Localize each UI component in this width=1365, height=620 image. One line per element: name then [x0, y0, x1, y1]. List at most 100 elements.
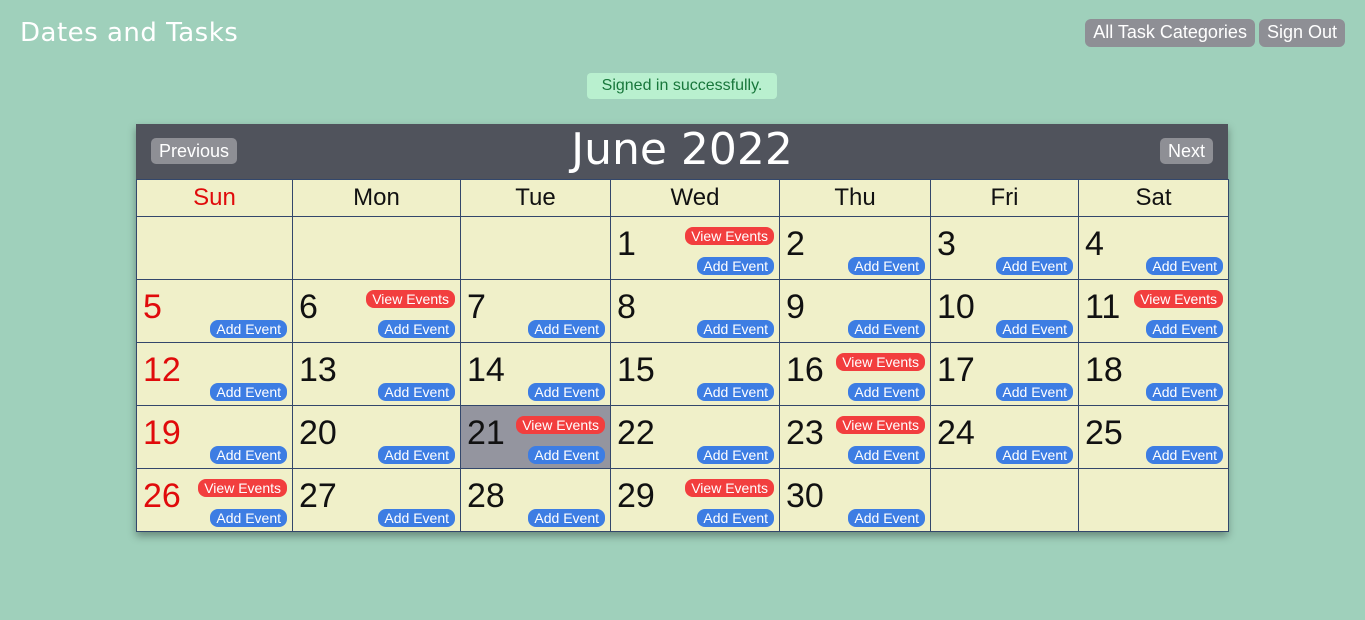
- add-event-button[interactable]: Add Event: [528, 320, 605, 338]
- app-title: Dates and Tasks: [20, 18, 239, 48]
- day-cell-24: 24 Add Event: [930, 405, 1079, 469]
- day-number: 4: [1085, 225, 1104, 263]
- add-event-button[interactable]: Add Event: [848, 446, 925, 464]
- day-number: 15: [617, 351, 655, 389]
- calendar-week-row: 5 Add Event 6 View Events Add Event 7 Add Even…: [136, 279, 1229, 343]
- add-event-button[interactable]: Add Event: [697, 320, 774, 338]
- day-number: 28: [467, 477, 505, 515]
- day-cell-23: 23 View Events Add Event: [779, 405, 931, 469]
- month-title: June 2022: [571, 124, 793, 175]
- add-event-button[interactable]: Add Event: [848, 383, 925, 401]
- day-cell-13: 13 Add Event: [292, 342, 461, 406]
- day-cell-3: 3 Add Event: [930, 216, 1079, 280]
- add-event-button[interactable]: Add Event: [1146, 446, 1223, 464]
- day-cell-28: 28 Add Event: [460, 468, 611, 532]
- day-number: 12: [143, 351, 181, 389]
- add-event-button[interactable]: Add Event: [1146, 320, 1223, 338]
- add-event-button[interactable]: Add Event: [697, 446, 774, 464]
- view-events-button[interactable]: View Events: [1134, 290, 1223, 308]
- day-number: 13: [299, 351, 337, 389]
- day-cell-26: 26 View Events Add Event: [136, 468, 293, 532]
- weekday-wed: Wed: [610, 179, 780, 217]
- day-number: 9: [786, 288, 805, 326]
- add-event-button[interactable]: Add Event: [528, 509, 605, 527]
- add-event-button[interactable]: Add Event: [697, 383, 774, 401]
- next-month-button[interactable]: Next: [1159, 138, 1213, 164]
- add-event-button[interactable]: Add Event: [996, 446, 1073, 464]
- view-events-button[interactable]: View Events: [685, 479, 774, 497]
- calendar-week-row: 12 Add Event 13 Add Event 14 Add Event 15 Add E…: [136, 342, 1229, 406]
- calendar-week-row: 1 View Events Add Event 2 Add Event 3 Add Even…: [136, 216, 1229, 280]
- day-number: 22: [617, 414, 655, 452]
- view-events-button[interactable]: View Events: [516, 416, 605, 434]
- day-cell-9: 9 Add Event: [779, 279, 931, 343]
- empty-day-cell: [930, 468, 1079, 532]
- empty-day-cell: [292, 216, 461, 280]
- day-number: 25: [1085, 414, 1123, 452]
- day-cell-15: 15 Add Event: [610, 342, 780, 406]
- add-event-button[interactable]: Add Event: [697, 509, 774, 527]
- view-events-button[interactable]: View Events: [836, 353, 925, 371]
- day-cell-10: 10 Add Event: [930, 279, 1079, 343]
- view-events-button[interactable]: View Events: [198, 479, 287, 497]
- add-event-button[interactable]: Add Event: [1146, 383, 1223, 401]
- day-number: 30: [786, 477, 824, 515]
- day-number: 7: [467, 288, 486, 326]
- day-number: 24: [937, 414, 975, 452]
- weekday-thu: Thu: [779, 179, 931, 217]
- add-event-button[interactable]: Add Event: [210, 320, 287, 338]
- add-event-button[interactable]: Add Event: [996, 320, 1073, 338]
- add-event-button[interactable]: Add Event: [378, 383, 455, 401]
- calendar-header: Previous June 2022 Next: [136, 124, 1228, 179]
- weekday-sun: Sun: [136, 179, 293, 217]
- add-event-button[interactable]: Add Event: [210, 509, 287, 527]
- weekday-tue: Tue: [460, 179, 611, 217]
- add-event-button[interactable]: Add Event: [210, 383, 287, 401]
- day-number: 19: [143, 414, 181, 452]
- add-event-button[interactable]: Add Event: [528, 446, 605, 464]
- sign-out-button[interactable]: Sign Out: [1258, 19, 1345, 47]
- day-number: 10: [937, 288, 975, 326]
- top-nav: All Task Categories Sign Out: [1085, 19, 1345, 47]
- view-events-button[interactable]: View Events: [366, 290, 455, 308]
- day-cell-30: 30 Add Event: [779, 468, 931, 532]
- day-cell-20: 20 Add Event: [292, 405, 461, 469]
- calendar: Previous June 2022 Next Sun Mon Tue Wed …: [136, 124, 1229, 532]
- all-task-categories-button[interactable]: All Task Categories: [1085, 19, 1255, 47]
- day-cell-21: 21 View Events Add Event: [460, 405, 611, 469]
- weekday-sat: Sat: [1078, 179, 1229, 217]
- add-event-button[interactable]: Add Event: [996, 383, 1073, 401]
- add-event-button[interactable]: Add Event: [528, 383, 605, 401]
- day-cell-29: 29 View Events Add Event: [610, 468, 780, 532]
- view-events-button[interactable]: View Events: [836, 416, 925, 434]
- view-events-button[interactable]: View Events: [685, 227, 774, 245]
- calendar-body: 1 View Events Add Event 2 Add Event 3 Add Even…: [136, 216, 1229, 532]
- add-event-button[interactable]: Add Event: [848, 509, 925, 527]
- day-number: 27: [299, 477, 337, 515]
- day-number: 17: [937, 351, 975, 389]
- day-number: 21: [467, 414, 505, 452]
- calendar-week-row: 19 Add Event 20 Add Event 21 View Events Add E…: [136, 405, 1229, 469]
- add-event-button[interactable]: Add Event: [1146, 257, 1223, 275]
- day-cell-4: 4 Add Event: [1078, 216, 1229, 280]
- add-event-button[interactable]: Add Event: [848, 320, 925, 338]
- add-event-button[interactable]: Add Event: [210, 446, 287, 464]
- day-number: 16: [786, 351, 824, 389]
- day-cell-12: 12 Add Event: [136, 342, 293, 406]
- day-cell-7: 7 Add Event: [460, 279, 611, 343]
- day-cell-11: 11 View Events Add Event: [1078, 279, 1229, 343]
- day-number: 14: [467, 351, 505, 389]
- day-cell-18: 18 Add Event: [1078, 342, 1229, 406]
- day-number: 3: [937, 225, 956, 263]
- add-event-button[interactable]: Add Event: [378, 320, 455, 338]
- day-number: 8: [617, 288, 636, 326]
- day-cell-25: 25 Add Event: [1078, 405, 1229, 469]
- add-event-button[interactable]: Add Event: [996, 257, 1073, 275]
- add-event-button[interactable]: Add Event: [697, 257, 774, 275]
- day-cell-8: 8 Add Event: [610, 279, 780, 343]
- day-number: 20: [299, 414, 337, 452]
- add-event-button[interactable]: Add Event: [378, 509, 455, 527]
- weekday-fri: Fri: [930, 179, 1079, 217]
- add-event-button[interactable]: Add Event: [848, 257, 925, 275]
- add-event-button[interactable]: Add Event: [378, 446, 455, 464]
